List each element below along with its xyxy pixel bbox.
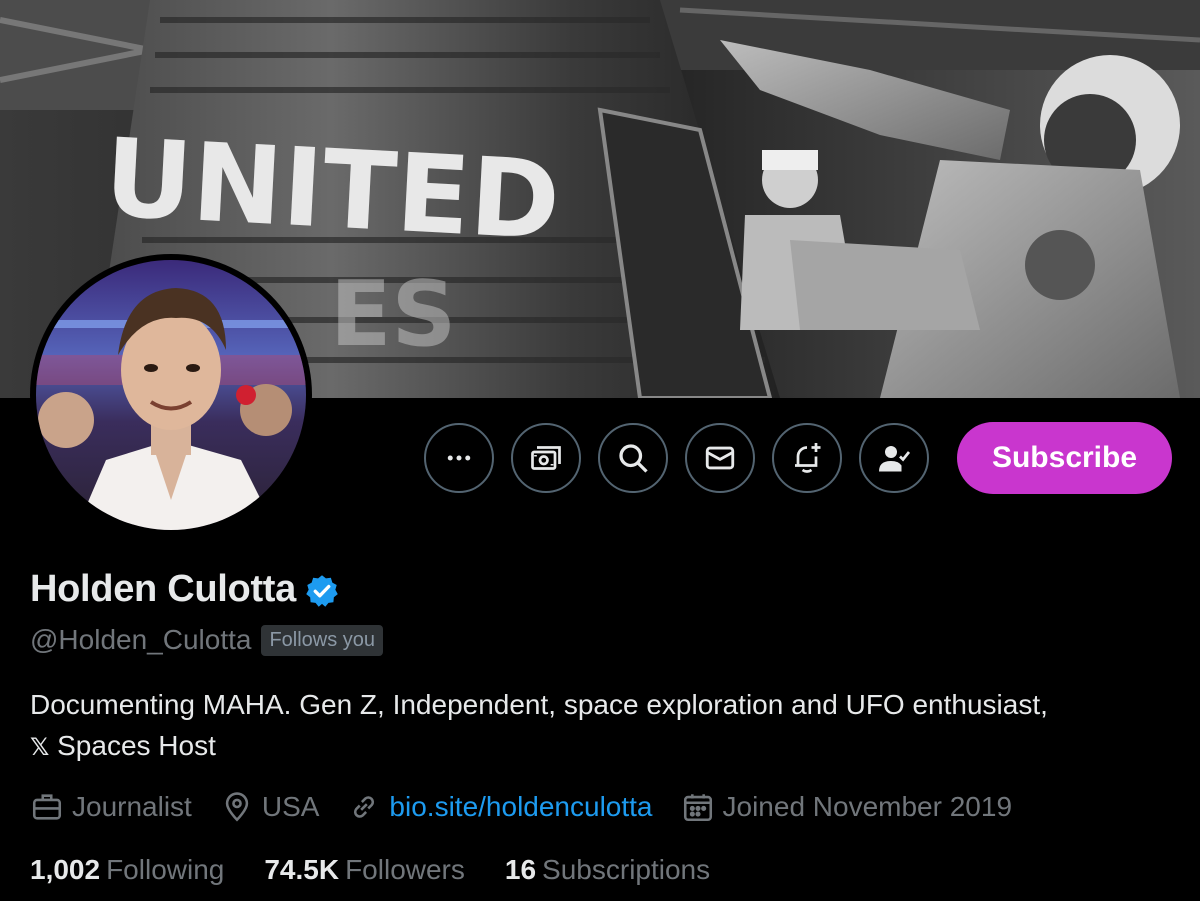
following-stat[interactable]: 1,002 Following [30,854,224,886]
subscriptions-stat[interactable]: 16 Subscriptions [505,854,710,886]
profile-bio: Documenting MAHA. Gen Z, Independent, sp… [30,684,1180,768]
location-item: USA [220,790,320,824]
profile-stats: 1,002 Following 74.5K Followers 16 Subscrip… [30,854,750,886]
website-link[interactable]: bio.site/holdenculotta [389,791,652,823]
location-pin-icon [225,792,249,822]
x-logo-icon: 𝕏 [30,733,50,761]
tip-button[interactable] [511,423,581,493]
avatar-image [36,260,306,530]
notifications-button[interactable] [772,423,842,493]
message-button[interactable] [685,423,755,493]
subscriptions-label: Subscriptions [542,854,711,885]
search-icon [619,444,648,473]
mail-icon [705,446,735,470]
profession-item: Journalist [30,790,192,824]
display-name: Holden Culotta [30,568,296,610]
follows-you-badge: Follows you [261,624,384,656]
link-icon [354,796,375,818]
search-button[interactable] [598,423,668,493]
calendar-icon [683,794,712,822]
following-count: 1,002 [30,854,101,885]
following-label: Following [106,854,225,885]
more-horizontal-icon [447,455,471,461]
banner-capsule-text: UNITED [102,116,563,265]
bio-line-1: Documenting MAHA. Gen Z, Independent, sp… [30,689,1048,720]
profile-actions [424,422,929,494]
username-handle: @Holden_Culotta [30,624,252,655]
money-icon [531,446,561,470]
followers-label: Followers [345,854,465,885]
bio-line-2: 𝕏 Spaces Host [30,725,1180,768]
name-row: Holden Culotta [30,568,340,611]
bell-plus-icon [795,443,821,473]
svg-text:ES: ES [330,262,456,367]
joined-text: Joined November 2019 [722,791,1013,822]
followers-count: 74.5K [264,854,340,885]
following-button[interactable] [859,423,929,493]
avatar[interactable] [36,260,306,530]
verified-badge-icon[interactable] [304,573,340,609]
profession-text: Journalist [72,791,192,822]
subscriptions-count: 16 [504,854,537,885]
profile-meta: Journalist USA bio.site/holdenculotta Jo… [30,790,1040,824]
location-text: USA [261,791,320,822]
followers-stat[interactable]: 74.5K Followers [264,854,465,886]
handle-row: @Holden_Culotta Follows you [30,624,384,656]
person-check-icon [879,446,911,472]
briefcase-icon [32,794,62,820]
avatar-frame[interactable] [30,254,312,536]
website-item[interactable]: bio.site/holdenculotta [347,790,653,824]
bio-line-2-text: Spaces Host [49,730,216,761]
subscribe-button[interactable]: Subscribe [957,422,1172,494]
more-button[interactable] [424,423,494,493]
joined-item: Joined November 2019 [681,790,1013,824]
